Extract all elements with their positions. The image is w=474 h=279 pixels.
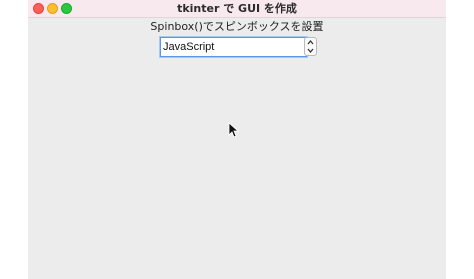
window-content: Spinbox()でスピンボックスを設置 — [28, 18, 446, 279]
title-bar[interactable]: tkinter で GUI を作成 — [28, 0, 446, 18]
spinbox[interactable] — [160, 37, 317, 57]
app-window: tkinter で GUI を作成 Spinbox()でスピンボックスを設置 — [28, 0, 446, 279]
spinbox-label: Spinbox()でスピンボックスを設置 — [150, 20, 324, 33]
spinbox-arrows[interactable] — [304, 37, 317, 56]
chevron-down-icon[interactable] — [305, 47, 316, 55]
mouse-pointer-icon — [228, 122, 240, 138]
spinbox-entry[interactable] — [160, 37, 307, 57]
chevron-up-icon[interactable] — [305, 38, 316, 46]
window-title: tkinter で GUI を作成 — [177, 2, 297, 15]
